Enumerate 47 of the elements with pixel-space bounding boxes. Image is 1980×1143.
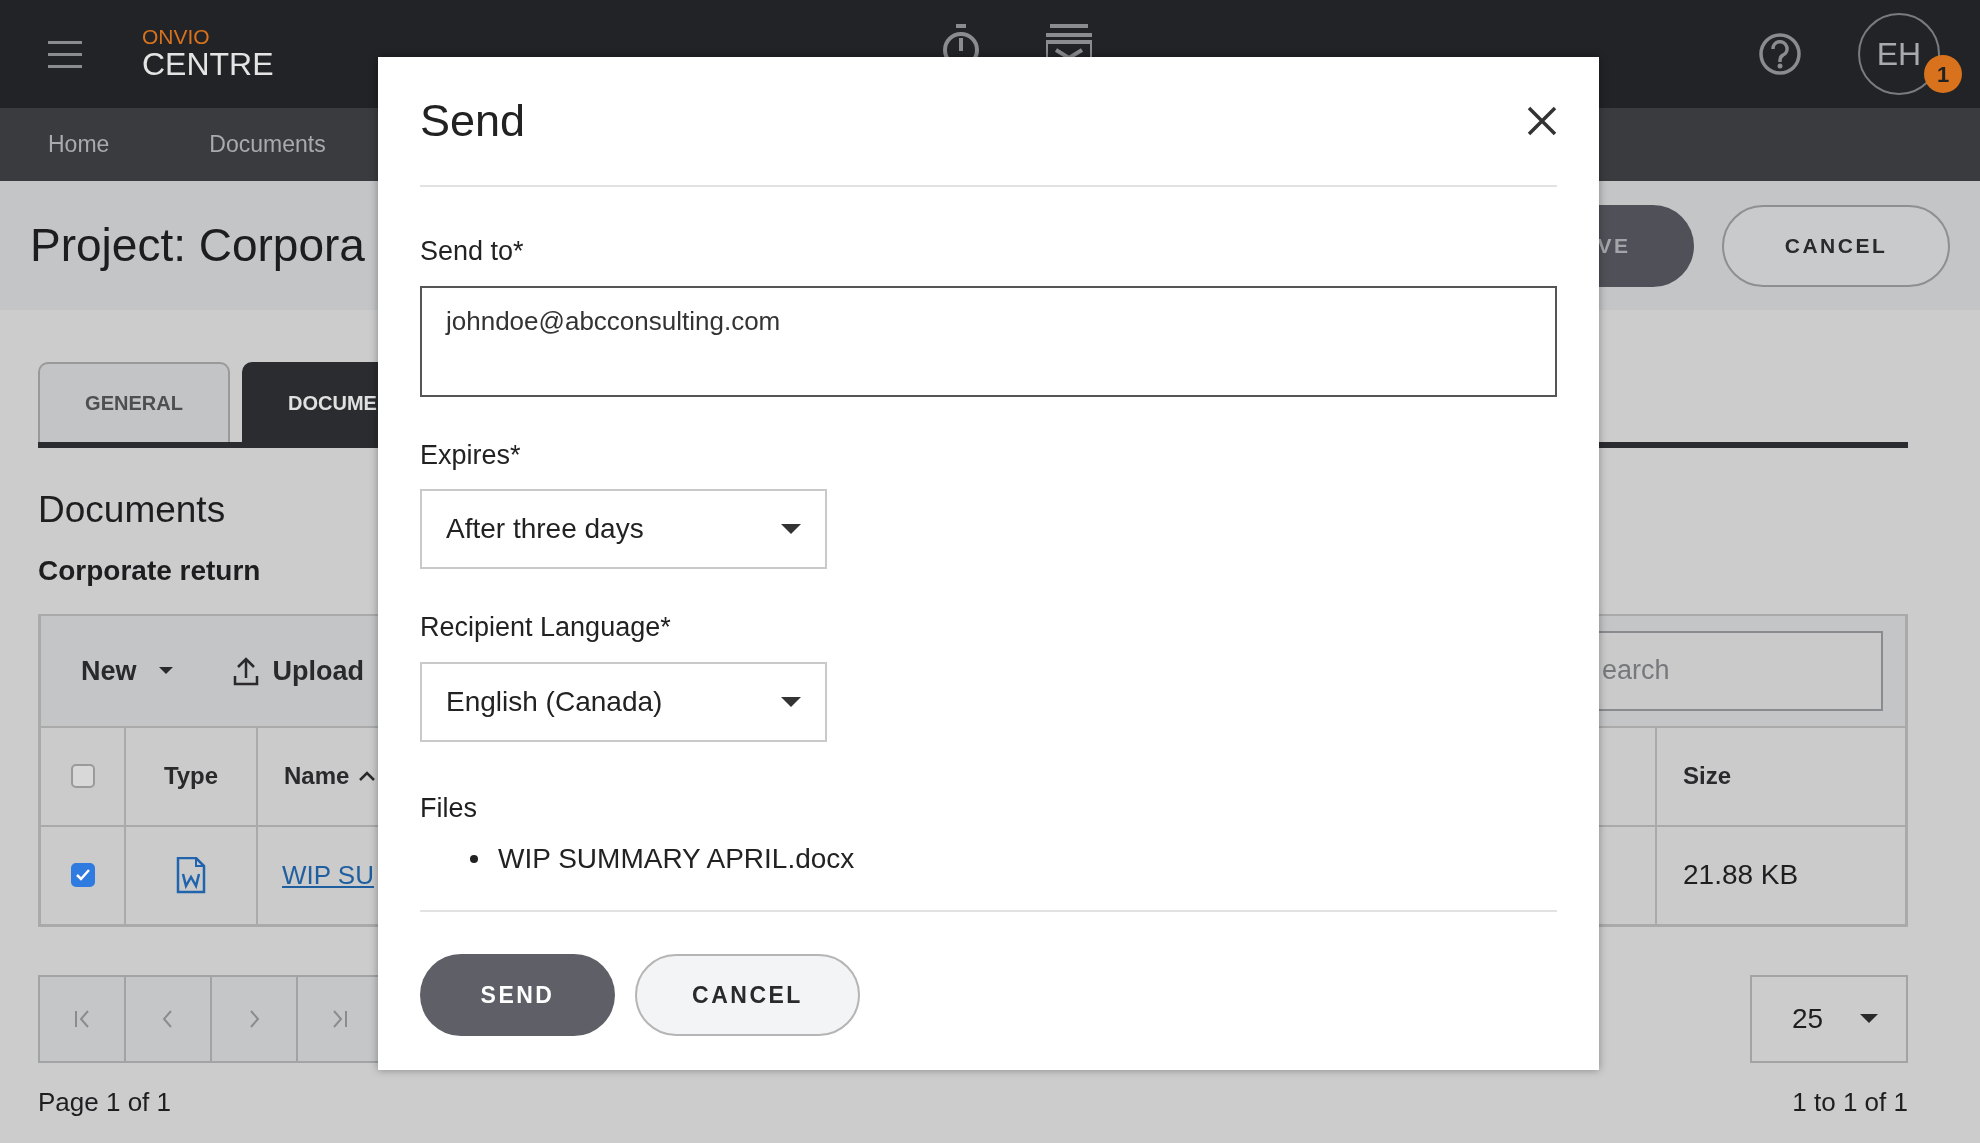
caret-icon: [1860, 1014, 1878, 1024]
nav-link[interactable]: Documents: [209, 127, 326, 162]
close-button[interactable]: [1527, 106, 1557, 136]
checkbox[interactable]: [70, 764, 95, 789]
page-size-select[interactable]: 25: [1750, 975, 1908, 1063]
cancel-button[interactable]: CANCEL: [1722, 204, 1950, 287]
folder-title: Corporate return: [38, 554, 261, 588]
document-link[interactable]: WIP SU: [282, 856, 374, 895]
tab[interactable]: GENERAL: [38, 362, 230, 442]
upload-button[interactable]: Upload: [232, 650, 365, 692]
page-title: Project: Corpora: [30, 217, 365, 273]
file-name: WIP SUMMARY APRIL.docx: [498, 842, 855, 876]
recipient-field[interactable]: johndoe@abcconsulting.com: [420, 285, 1557, 397]
first-page-icon: [72, 1008, 92, 1030]
search-field[interactable]: earch: [1596, 631, 1883, 711]
file-size: 21.88 KB: [1682, 858, 1799, 893]
new-button[interactable]: New: [81, 650, 173, 692]
help-icon[interactable]: [1758, 32, 1802, 76]
menu-icon[interactable]: [48, 38, 82, 70]
nav-link[interactable]: Home: [48, 127, 110, 162]
caret-icon: [781, 696, 801, 707]
select-field[interactable]: After three days: [420, 489, 827, 569]
dialog-title: Send: [420, 94, 526, 148]
checkbox[interactable]: [70, 863, 95, 888]
brand-label: ONVIO: [142, 25, 211, 47]
caret-icon: [781, 524, 801, 534]
app-name: CENTRE: [142, 46, 274, 83]
page-indicator: Page 1 of 1: [38, 1086, 171, 1119]
cancel-button[interactable]: CANCEL: [635, 954, 860, 1036]
word-document-icon: [176, 857, 206, 894]
send-button[interactable]: SEND: [420, 954, 615, 1036]
sort-up-icon: [359, 771, 376, 782]
result-range: 1 to 1 of 1: [1792, 1086, 1908, 1119]
check-icon: [74, 868, 91, 883]
field-label: Send to*: [420, 235, 524, 268]
last-page-icon: [330, 1008, 350, 1030]
column-header[interactable]: Size: [1683, 758, 1732, 795]
notification-count: 1: [1924, 55, 1962, 93]
section-title: Documents: [38, 488, 226, 532]
upload-icon: [232, 656, 259, 686]
bullet-icon: [470, 855, 478, 863]
field-label: Recipient Language*: [420, 611, 671, 644]
column-header[interactable]: Type: [163, 758, 219, 795]
files-label: Files: [420, 791, 478, 825]
select-field[interactable]: English (Canada): [420, 661, 827, 742]
caret-icon: [158, 667, 173, 675]
column-header[interactable]: Name: [284, 758, 350, 795]
